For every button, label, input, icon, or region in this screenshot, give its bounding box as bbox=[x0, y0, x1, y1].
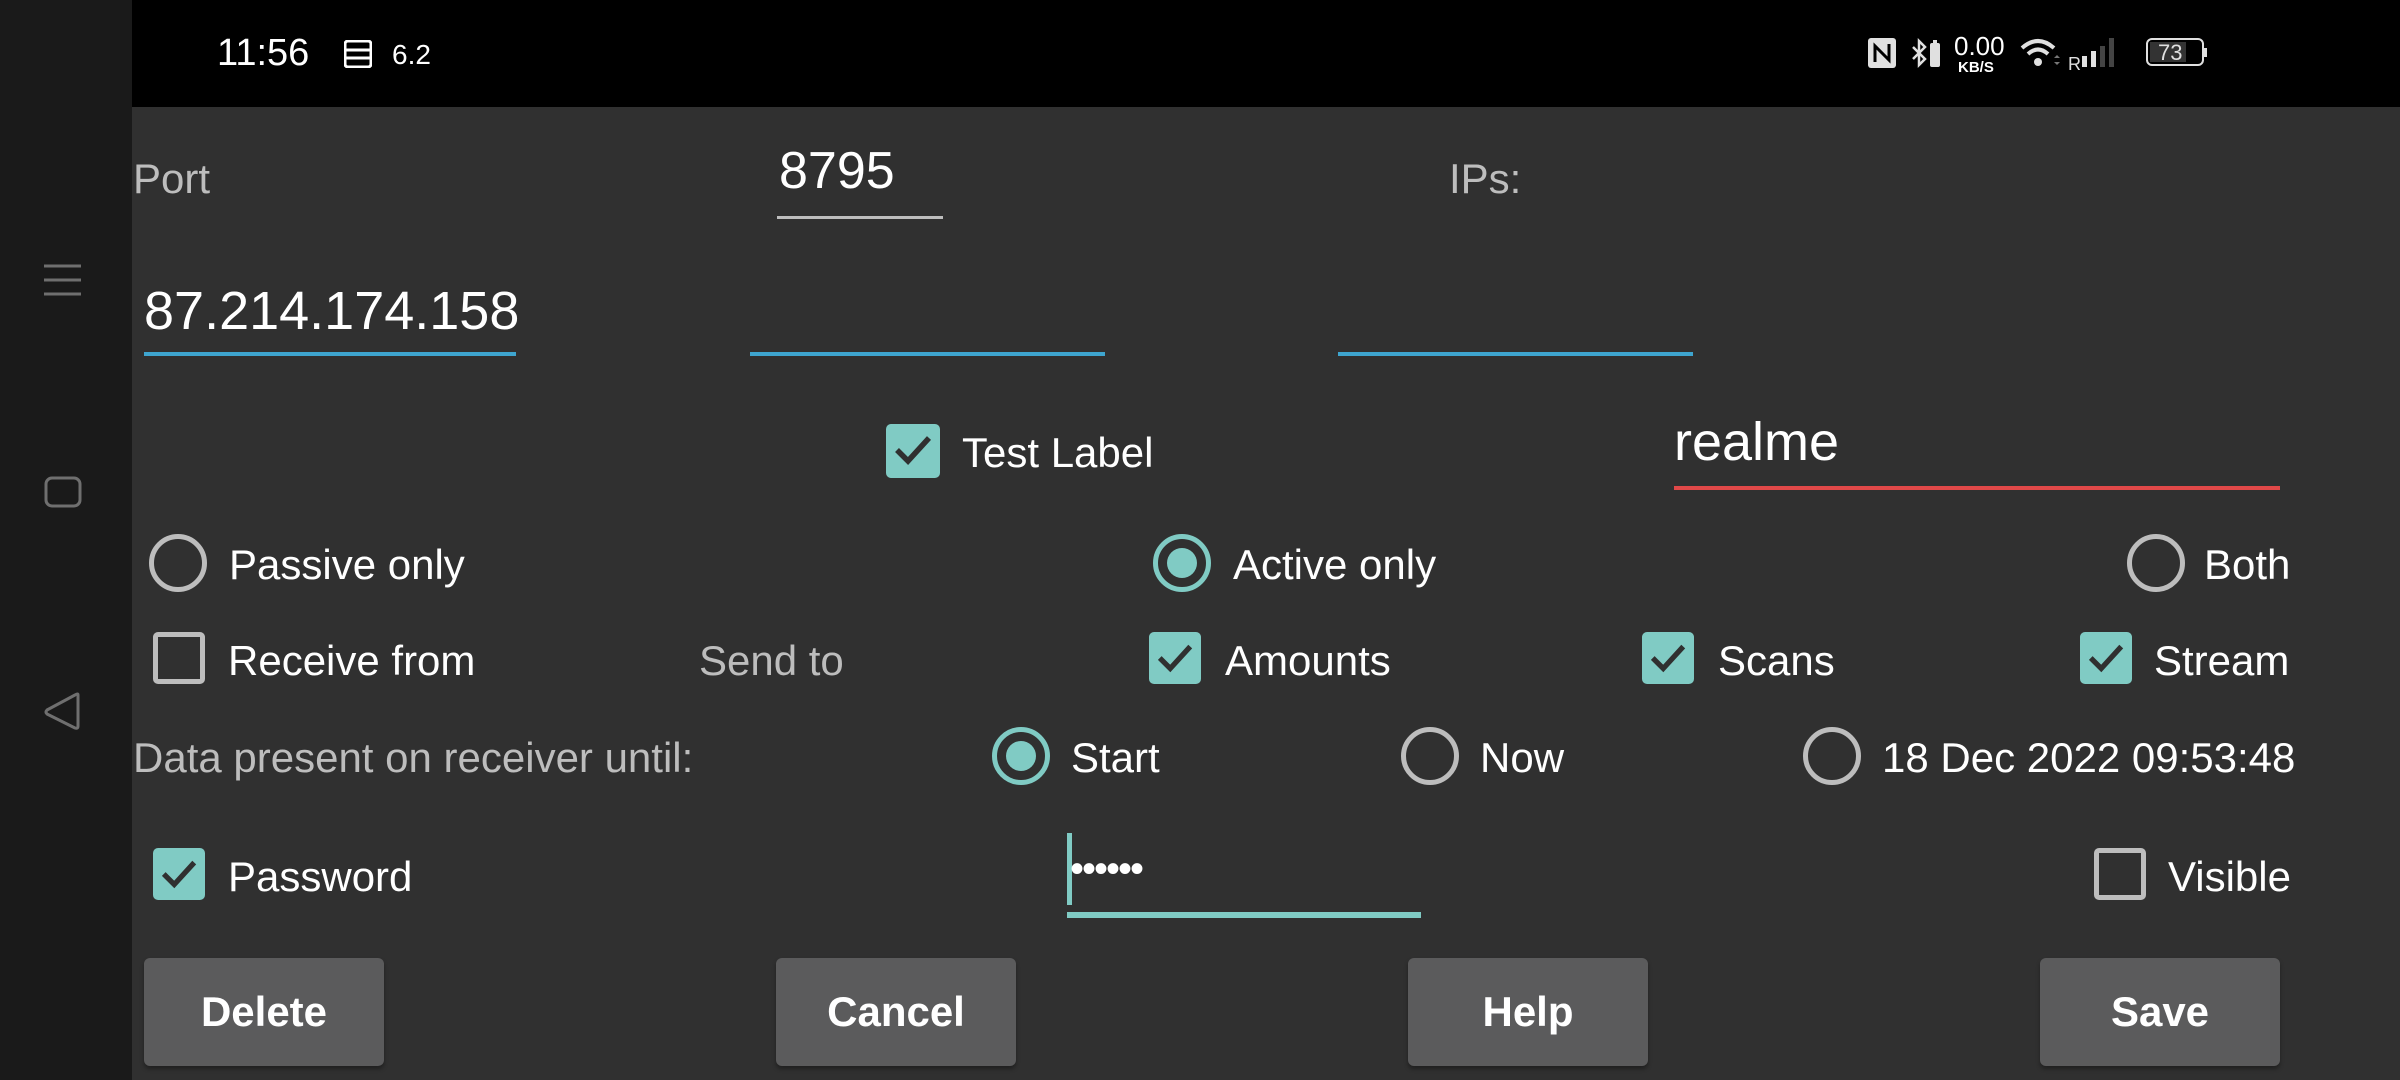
sim-card-icon bbox=[343, 39, 373, 73]
password-input[interactable]: •••••• bbox=[1067, 833, 1421, 920]
ip-input-1[interactable]: 87.214.174.158 bbox=[144, 280, 520, 356]
visible-label: Visible bbox=[2168, 853, 2291, 900]
radio-selected-icon bbox=[1153, 534, 1211, 592]
ips-label: IPs: bbox=[1449, 155, 1522, 202]
roaming-indicator: R bbox=[2068, 54, 2081, 74]
name-value: realme bbox=[1674, 412, 1840, 472]
checkbox-checked-icon bbox=[1642, 632, 1694, 684]
radio-label: Both bbox=[2204, 541, 2291, 588]
scans-label: Scans bbox=[1718, 637, 1835, 684]
checkbox-checked-icon bbox=[886, 424, 940, 478]
battery-level: 73 bbox=[2158, 40, 2183, 65]
ip-input-2[interactable] bbox=[750, 280, 1105, 356]
signal-icon bbox=[2082, 38, 2122, 73]
password-value: •••••• bbox=[1070, 847, 1144, 891]
radio-label: Passive only bbox=[229, 541, 465, 588]
radio-label: Now bbox=[1480, 734, 1565, 781]
password-underline-focused bbox=[1067, 912, 1421, 918]
net-speed-value: 0.00 bbox=[1954, 31, 2005, 61]
radio-both[interactable]: Both bbox=[2127, 534, 2307, 594]
checkbox-unchecked-icon bbox=[2094, 848, 2146, 900]
back-icon[interactable] bbox=[44, 692, 88, 732]
radio-label: Active only bbox=[1233, 541, 1437, 588]
radio-start[interactable]: Start bbox=[992, 727, 1192, 787]
port-label: Port bbox=[133, 155, 211, 202]
battery-icon: 73 bbox=[2146, 38, 2208, 66]
radio-now[interactable]: Now bbox=[1401, 727, 1581, 787]
navigation-bar bbox=[0, 0, 132, 1080]
checkbox-checked-icon bbox=[2080, 632, 2132, 684]
ip-underline-3 bbox=[1338, 352, 1693, 356]
amounts-label: Amounts bbox=[1225, 637, 1391, 684]
nfc-icon bbox=[1868, 38, 1896, 73]
data-present-label: Data present on receiver until: bbox=[133, 734, 694, 781]
net-speed-unit: KB/S bbox=[1958, 59, 1994, 76]
checkbox-unchecked-icon bbox=[153, 632, 205, 684]
radio-date-label: 18 Dec 2022 09:53:48 bbox=[1882, 734, 2296, 781]
radio-unselected-icon bbox=[1401, 727, 1459, 785]
wifi-icon bbox=[2020, 36, 2060, 75]
radio-active-only[interactable]: Active only bbox=[1153, 534, 1453, 594]
receive-from-checkbox[interactable]: Receive from bbox=[153, 632, 483, 688]
radio-label: Start bbox=[1071, 734, 1160, 781]
ip-underline-1 bbox=[144, 352, 516, 356]
send-to-label: Send to bbox=[699, 637, 844, 684]
help-button[interactable]: Help bbox=[1408, 958, 1648, 1066]
save-button[interactable]: Save bbox=[2040, 958, 2280, 1066]
notification-count: 6.2 bbox=[392, 39, 431, 70]
radio-unselected-icon bbox=[2127, 534, 2185, 592]
radio-passive-only[interactable]: Passive only bbox=[149, 534, 529, 594]
port-underline bbox=[777, 216, 943, 219]
visible-checkbox[interactable]: Visible bbox=[2094, 848, 2314, 904]
test-label-checkbox[interactable]: Test Label bbox=[886, 424, 1186, 480]
radio-selected-icon bbox=[992, 727, 1050, 785]
password-checkbox[interactable]: Password bbox=[153, 848, 453, 904]
checkbox-checked-icon bbox=[153, 848, 205, 900]
name-underline-error bbox=[1674, 486, 2280, 490]
port-input[interactable]: 8795 bbox=[777, 145, 943, 221]
radio-date[interactable]: 18 Dec 2022 09:53:48 bbox=[1803, 727, 2323, 787]
port-value: 8795 bbox=[779, 142, 895, 200]
name-input[interactable]: realme bbox=[1674, 415, 2280, 493]
radio-unselected-icon bbox=[1803, 727, 1861, 785]
stream-label: Stream bbox=[2154, 637, 2290, 684]
clock: 11:56 bbox=[217, 32, 310, 74]
cancel-button[interactable]: Cancel bbox=[776, 958, 1016, 1066]
home-icon[interactable] bbox=[44, 475, 88, 511]
scans-checkbox[interactable]: Scans bbox=[1642, 632, 1842, 688]
status-bar: 11:56 6.2 0.00 KB/S R 73 bbox=[132, 0, 2400, 107]
ip-value-1: 87.214.174.158 bbox=[144, 281, 520, 341]
delete-button[interactable]: Delete bbox=[144, 958, 384, 1066]
bluetooth-battery-icon bbox=[1910, 37, 1942, 75]
password-label: Password bbox=[228, 853, 413, 900]
amounts-checkbox[interactable]: Amounts bbox=[1149, 632, 1409, 688]
checkbox-checked-icon bbox=[1149, 632, 1201, 684]
receive-from-label: Receive from bbox=[228, 637, 476, 684]
ip-underline-2 bbox=[750, 352, 1105, 356]
test-label-text: Test Label bbox=[962, 429, 1154, 476]
radio-unselected-icon bbox=[149, 534, 207, 592]
menu-icon[interactable] bbox=[44, 263, 88, 303]
stream-checkbox[interactable]: Stream bbox=[2080, 632, 2300, 688]
ip-input-3[interactable] bbox=[1338, 280, 1693, 356]
